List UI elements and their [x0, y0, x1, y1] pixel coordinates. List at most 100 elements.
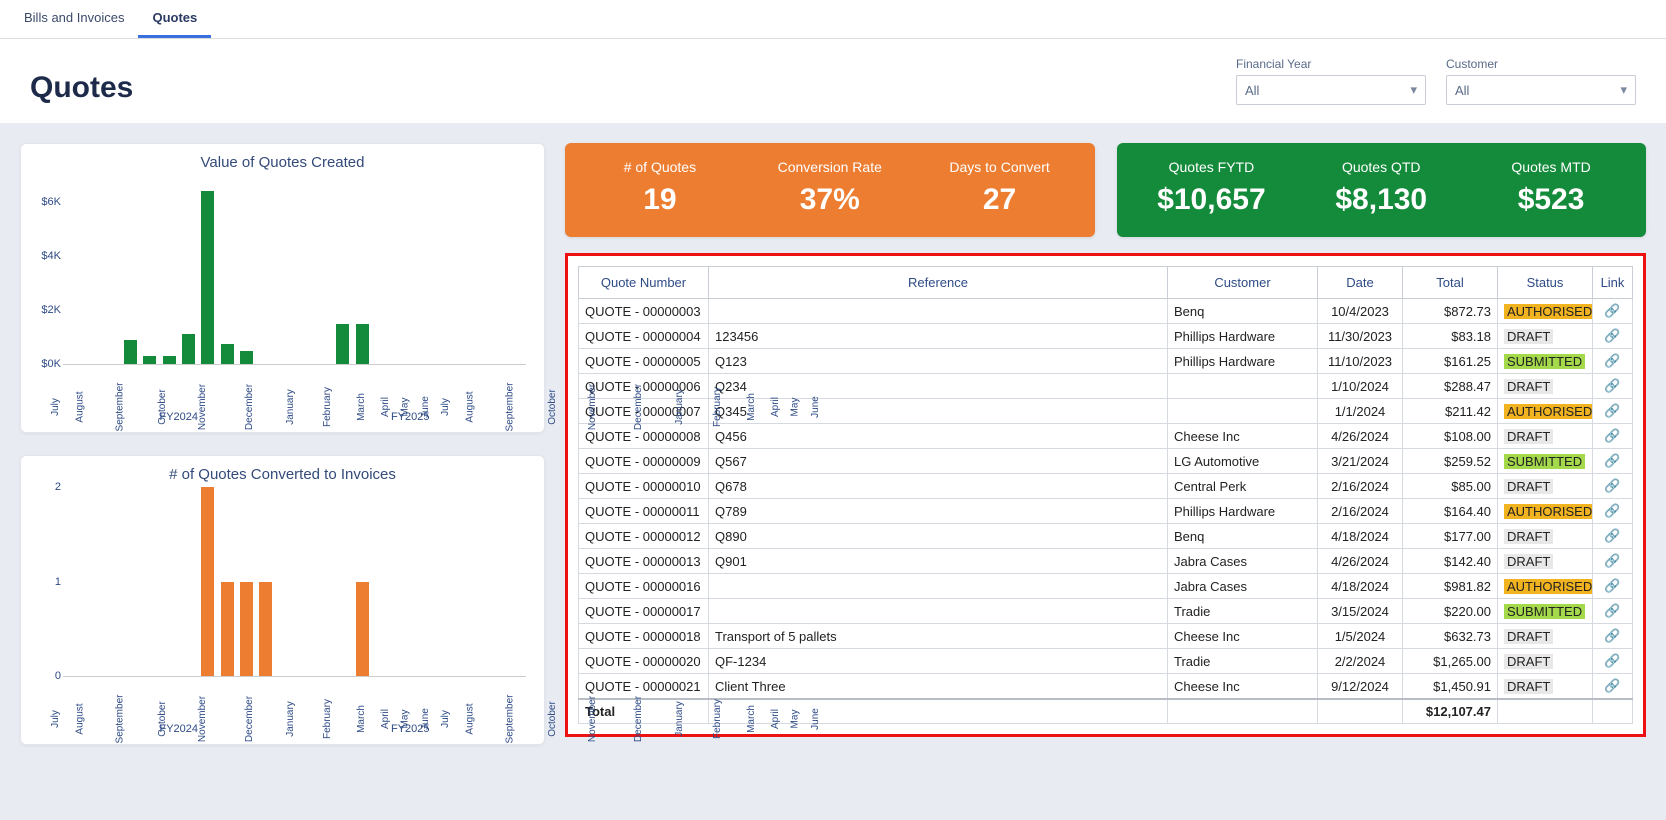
cell-reference: Q890: [709, 524, 1168, 549]
chart-xlabel: August: [464, 391, 508, 422]
table-header[interactable]: Link: [1593, 267, 1633, 299]
table-row[interactable]: QUOTE - 00000020QF-1234Tradie2/2/2024$1,…: [579, 649, 1633, 674]
cell-date: 4/18/2024: [1318, 524, 1403, 549]
cell-link[interactable]: 🔗: [1593, 349, 1633, 374]
chart-bar: [163, 356, 176, 364]
kpi-label: Conversion Rate: [745, 159, 915, 175]
cell-reference: 123456: [709, 324, 1168, 349]
link-icon: 🔗: [1604, 378, 1620, 393]
status-badge: SUBMITTED: [1504, 454, 1585, 469]
link-icon: 🔗: [1604, 403, 1620, 418]
status-badge: DRAFT: [1504, 479, 1553, 494]
filters: Financial Year All ▾ Customer All ▾: [1236, 57, 1636, 105]
page-header: Quotes Financial Year All ▾ Customer All…: [0, 39, 1666, 123]
kpi-value: $10,657: [1127, 183, 1297, 217]
cell-link[interactable]: 🔗: [1593, 599, 1633, 624]
link-icon: 🔗: [1604, 553, 1620, 568]
link-icon: 🔗: [1604, 578, 1620, 593]
status-badge: DRAFT: [1504, 429, 1553, 444]
chart-xlabel: September: [504, 383, 548, 432]
cell-status: DRAFT: [1498, 474, 1593, 499]
status-badge: DRAFT: [1504, 629, 1553, 644]
cell-total: $161.25: [1403, 349, 1498, 374]
cell-link[interactable]: 🔗: [1593, 399, 1633, 424]
table-row[interactable]: QUOTE - 00000008Q456Cheese Inc4/26/2024$…: [579, 424, 1633, 449]
table-row[interactable]: QUOTE - 00000016Jabra Cases4/18/2024$981…: [579, 574, 1633, 599]
kpi-label: Days to Convert: [915, 159, 1085, 175]
chart-bar: [221, 344, 234, 364]
table-row[interactable]: QUOTE - 00000021Client ThreeCheese Inc9/…: [579, 674, 1633, 700]
kpi-label: # of Quotes: [575, 159, 745, 175]
cell-total: $632.73: [1403, 624, 1498, 649]
cell-link[interactable]: 🔗: [1593, 524, 1633, 549]
table-row[interactable]: QUOTE - 00000017Tradie3/15/2024$220.00SU…: [579, 599, 1633, 624]
tab-bills-invoices[interactable]: Bills and Invoices: [10, 0, 138, 38]
cell-customer: Benq: [1168, 299, 1318, 324]
chart-xlabel: September: [504, 695, 548, 744]
cell-link[interactable]: 🔗: [1593, 549, 1633, 574]
tab-quotes[interactable]: Quotes: [138, 0, 211, 38]
table-row[interactable]: QUOTE - 00000005Q123Phillips Hardware11/…: [579, 349, 1633, 374]
cell-customer: Phillips Hardware: [1168, 349, 1318, 374]
table-header[interactable]: Total: [1403, 267, 1498, 299]
cell-reference: Transport of 5 pallets: [709, 624, 1168, 649]
cell-link[interactable]: 🔗: [1593, 424, 1633, 449]
cell-reference: QF-1234: [709, 649, 1168, 674]
chart-xlabel: October: [546, 389, 590, 425]
filter-customer-select[interactable]: All ▾: [1446, 75, 1636, 105]
chart-title: Value of Quotes Created: [35, 154, 530, 171]
cell-status: AUTHORISED: [1498, 499, 1593, 524]
cell-link[interactable]: 🔗: [1593, 649, 1633, 674]
chart-xlabel: November: [587, 696, 631, 742]
cell-reference: Client Three: [709, 674, 1168, 700]
page-title: Quotes: [30, 71, 133, 105]
cell-link[interactable]: 🔗: [1593, 449, 1633, 474]
kpi-box-orange: # of Quotes19Conversion Rate37%Days to C…: [565, 143, 1095, 237]
table-row[interactable]: QUOTE - 00000009Q567LG Automotive3/21/20…: [579, 449, 1633, 474]
table-header[interactable]: Quote Number: [579, 267, 709, 299]
table-row[interactable]: QUOTE - 00000003Benq10/4/2023$872.73AUTH…: [579, 299, 1633, 324]
table-header[interactable]: Status: [1498, 267, 1593, 299]
cell-link[interactable]: 🔗: [1593, 374, 1633, 399]
chart-bar: [182, 334, 195, 364]
cell-customer: Phillips Hardware: [1168, 324, 1318, 349]
table-row[interactable]: QUOTE - 00000010Q678Central Perk2/16/202…: [579, 474, 1633, 499]
cell-link[interactable]: 🔗: [1593, 574, 1633, 599]
table-row[interactable]: QUOTE - 00000011Q789Phillips Hardware2/1…: [579, 499, 1633, 524]
table-header[interactable]: Date: [1318, 267, 1403, 299]
chart-xlabel: December: [633, 384, 677, 430]
cell-date: 1/10/2024: [1318, 374, 1403, 399]
table-row[interactable]: QUOTE - 00000004123456Phillips Hardware1…: [579, 324, 1633, 349]
status-badge: DRAFT: [1504, 554, 1553, 569]
table-row[interactable]: QUOTE - 00000013Q901Jabra Cases4/26/2024…: [579, 549, 1633, 574]
chart-ytick: $6K: [33, 196, 61, 208]
cell-reference: [709, 299, 1168, 324]
filter-fy-select[interactable]: All ▾: [1236, 75, 1426, 105]
cell-link[interactable]: 🔗: [1593, 474, 1633, 499]
table-header[interactable]: Reference: [709, 267, 1168, 299]
chart-bar: [221, 582, 234, 677]
cell-link[interactable]: 🔗: [1593, 324, 1633, 349]
cell-status: SUBMITTED: [1498, 349, 1593, 374]
cell-link[interactable]: 🔗: [1593, 624, 1633, 649]
table-row[interactable]: QUOTE - 00000018Transport of 5 palletsCh…: [579, 624, 1633, 649]
chart-xlabel: October: [546, 701, 590, 737]
cell-status: AUTHORISED: [1498, 399, 1593, 424]
chart-bar: [201, 191, 214, 364]
chart-xlabel: October: [157, 389, 201, 425]
cell-reference: [709, 599, 1168, 624]
cell-quote-number: QUOTE - 00000017: [579, 599, 709, 624]
kpi-box-green: Quotes FYTD$10,657Quotes QTD$8,130Quotes…: [1117, 143, 1647, 237]
table-row[interactable]: QUOTE - 00000012Q890Benq4/18/2024$177.00…: [579, 524, 1633, 549]
cell-link[interactable]: 🔗: [1593, 299, 1633, 324]
cell-reference: Q678: [709, 474, 1168, 499]
table-header[interactable]: Customer: [1168, 267, 1318, 299]
cell-link[interactable]: 🔗: [1593, 499, 1633, 524]
cell-total: $220.00: [1403, 599, 1498, 624]
cell-status: DRAFT: [1498, 374, 1593, 399]
filter-customer: Customer All ▾: [1446, 57, 1636, 105]
cell-link[interactable]: 🔗: [1593, 674, 1633, 700]
kpi-label: Quotes MTD: [1466, 159, 1636, 175]
cell-date: 9/12/2024: [1318, 674, 1403, 700]
kpi-value: 37%: [745, 183, 915, 217]
